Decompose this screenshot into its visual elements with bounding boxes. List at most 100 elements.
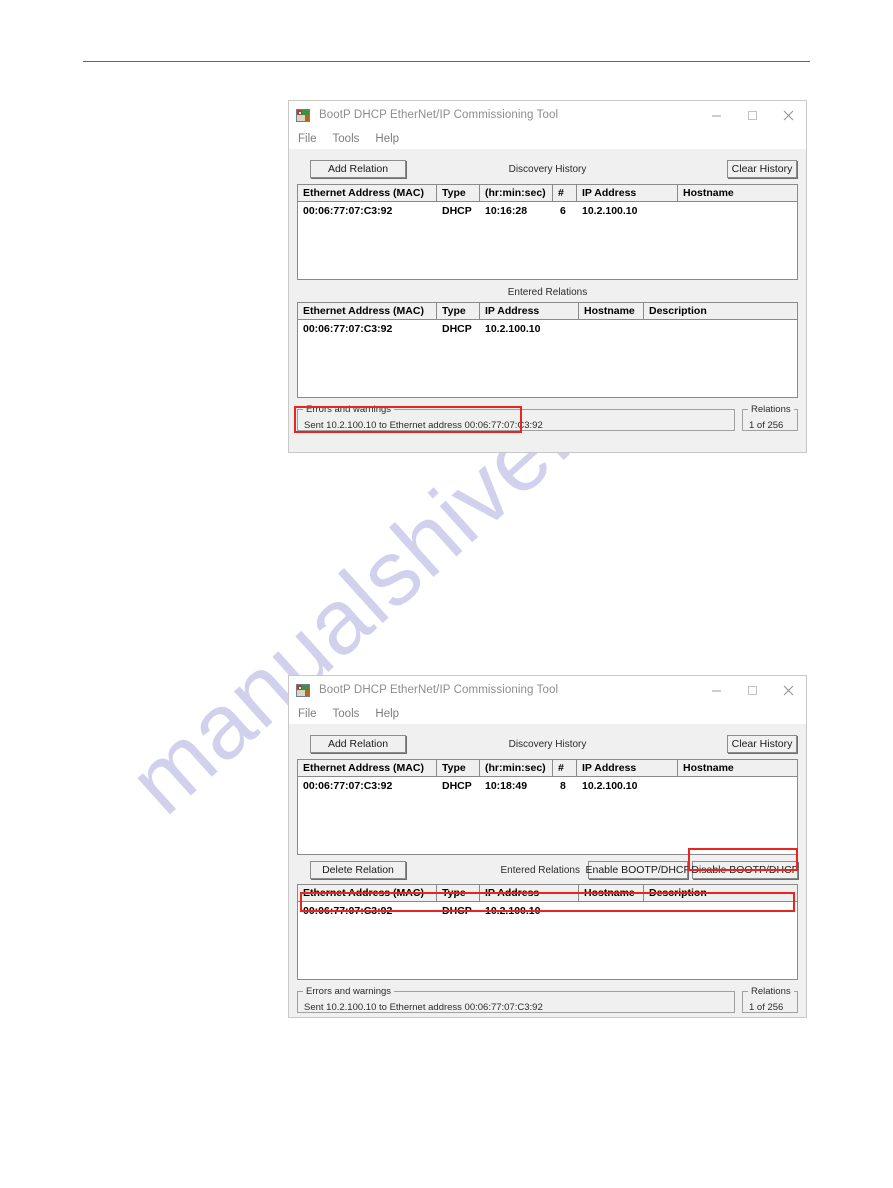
column-header-description[interactable]: Description <box>644 885 797 901</box>
discovery-grid-header: Ethernet Address (MAC) Type (hr:min:sec)… <box>298 760 797 777</box>
column-header-mac[interactable]: Ethernet Address (MAC) <box>298 185 437 201</box>
errors-legend: Errors and warnings <box>303 404 395 415</box>
cell-ip: 10.2.100.10 <box>485 904 541 917</box>
menu-item-file[interactable]: File <box>298 708 317 720</box>
discovery-history-label: Discovery History <box>508 738 587 750</box>
column-header-count[interactable]: # <box>553 760 577 776</box>
cell-ip: 10.2.100.10 <box>485 322 541 335</box>
window-controls <box>698 676 806 704</box>
errors-legend: Errors and warnings <box>303 986 395 997</box>
column-header-type[interactable]: Type <box>437 885 480 901</box>
column-header-type[interactable]: Type <box>437 185 480 201</box>
app-icon <box>296 108 311 123</box>
app-icon <box>296 683 311 698</box>
column-header-hostname[interactable]: Hostname <box>579 303 644 319</box>
column-header-time[interactable]: (hr:min:sec) <box>480 760 553 776</box>
menu-bar[interactable]: File Tools Help <box>289 704 806 724</box>
cell-mac: 00:06:77:07:C3:92 <box>303 904 393 917</box>
entered-relations-toolbar: Entered Relations <box>297 284 798 300</box>
window-title: BootP DHCP EtherNet/IP Commissioning Too… <box>319 109 559 121</box>
bootp-dhcp-window-1[interactable]: BootP DHCP EtherNet/IP Commissioning Too… <box>288 100 807 453</box>
delete-relation-button[interactable]: Delete Relation <box>310 861 406 879</box>
column-header-mac[interactable]: Ethernet Address (MAC) <box>298 885 437 901</box>
maximize-icon[interactable] <box>734 101 770 129</box>
title-bar[interactable]: BootP DHCP EtherNet/IP Commissioning Too… <box>289 676 806 704</box>
cell-type: DHCP <box>442 779 472 792</box>
entered-relations-grid[interactable]: Ethernet Address (MAC) Type IP Address H… <box>297 302 798 398</box>
minimize-icon[interactable] <box>698 101 734 129</box>
window-controls <box>698 101 806 129</box>
menu-bar[interactable]: File Tools Help <box>289 129 806 149</box>
column-header-hostname[interactable]: Hostname <box>579 885 644 901</box>
column-header-hostname[interactable]: Hostname <box>678 185 797 201</box>
cell-mac: 00:06:77:07:C3:92 <box>303 204 393 217</box>
menu-item-tools[interactable]: Tools <box>333 708 360 720</box>
enable-bootp-dhcp-button[interactable]: Enable BOOTP/DHCP <box>585 861 691 879</box>
bootp-dhcp-window-2[interactable]: BootP DHCP EtherNet/IP Commissioning Too… <box>288 675 807 1018</box>
relations-legend: Relations <box>748 404 794 415</box>
cell-type: DHCP <box>442 204 472 217</box>
discovery-toolbar: Add Relation Discovery History Clear His… <box>297 159 798 179</box>
column-header-mac[interactable]: Ethernet Address (MAC) <box>298 760 437 776</box>
column-header-ip[interactable]: IP Address <box>577 185 678 201</box>
discovery-history-label: Discovery History <box>508 163 587 175</box>
cell-time: 10:16:28 <box>485 204 528 217</box>
title-bar[interactable]: BootP DHCP EtherNet/IP Commissioning Too… <box>289 101 806 129</box>
cell-description <box>644 902 797 919</box>
entered-relations-label: Entered Relations <box>500 864 581 876</box>
page-header-rule <box>83 61 810 62</box>
discovery-grid-header: Ethernet Address (MAC) Type (hr:min:sec)… <box>298 185 797 202</box>
cell-count: 6 <box>560 204 566 217</box>
close-icon[interactable] <box>770 101 806 129</box>
discovery-toolbar: Add Relation Discovery History Clear His… <box>297 734 798 754</box>
cell-count: 8 <box>560 779 566 792</box>
cell-description <box>644 320 797 337</box>
menu-item-file[interactable]: File <box>298 133 317 145</box>
column-header-type[interactable]: Type <box>437 760 480 776</box>
entered-grid-header: Ethernet Address (MAC) Type IP Address H… <box>298 885 797 902</box>
clear-history-button[interactable]: Clear History <box>727 160 797 178</box>
menu-item-help[interactable]: Help <box>375 133 399 145</box>
cell-type: DHCP <box>442 322 472 335</box>
disable-bootp-dhcp-button[interactable]: Disable BOOTP/DHCP <box>691 861 799 879</box>
column-header-hostname[interactable]: Hostname <box>678 760 797 776</box>
minimize-icon[interactable] <box>698 676 734 704</box>
cell-type: DHCP <box>442 904 472 917</box>
column-header-time[interactable]: (hr:min:sec) <box>480 185 553 201</box>
window-body: Add Relation Discovery History Clear His… <box>289 724 806 1017</box>
cell-hostname <box>678 202 797 219</box>
clear-history-button[interactable]: Clear History <box>727 735 797 753</box>
table-row[interactable]: 00:06:77:07:C3:92 DHCP 10:18:49 8 10.2.1… <box>298 777 797 794</box>
column-header-ip[interactable]: IP Address <box>480 885 579 901</box>
entered-relations-label: Entered Relations <box>507 286 588 298</box>
cell-time: 10:18:49 <box>485 779 528 792</box>
window-body: Add Relation Discovery History Clear His… <box>289 149 806 452</box>
status-bar: Errors and warnings Sent 10.2.100.10 to … <box>297 986 798 1013</box>
column-header-mac[interactable]: Ethernet Address (MAC) <box>298 303 437 319</box>
errors-and-warnings-panel: Errors and warnings Sent 10.2.100.10 to … <box>297 404 735 431</box>
column-header-type[interactable]: Type <box>437 303 480 319</box>
column-header-ip[interactable]: IP Address <box>480 303 579 319</box>
column-header-count[interactable]: # <box>553 185 577 201</box>
menu-item-help[interactable]: Help <box>375 708 399 720</box>
cell-hostname <box>579 902 644 919</box>
errors-and-warnings-panel: Errors and warnings Sent 10.2.100.10 to … <box>297 986 735 1013</box>
cell-hostname <box>579 320 644 337</box>
discovery-history-grid[interactable]: Ethernet Address (MAC) Type (hr:min:sec)… <box>297 759 798 855</box>
relations-panel: Relations 1 of 256 <box>742 986 798 1013</box>
menu-item-tools[interactable]: Tools <box>333 133 360 145</box>
relations-legend: Relations <box>748 986 794 997</box>
window-title: BootP DHCP EtherNet/IP Commissioning Too… <box>319 684 559 696</box>
table-row[interactable]: 00:06:77:07:C3:92 DHCP 10.2.100.10 <box>298 902 797 919</box>
column-header-ip[interactable]: IP Address <box>577 760 678 776</box>
cell-hostname <box>678 777 797 794</box>
table-row[interactable]: 00:06:77:07:C3:92 DHCP 10:16:28 6 10.2.1… <box>298 202 797 219</box>
table-row[interactable]: 00:06:77:07:C3:92 DHCP 10.2.100.10 <box>298 320 797 337</box>
column-header-description[interactable]: Description <box>644 303 797 319</box>
entered-relations-grid[interactable]: Ethernet Address (MAC) Type IP Address H… <box>297 884 798 980</box>
entered-relations-toolbar: Delete Relation Entered Relations Enable… <box>297 860 799 880</box>
maximize-icon[interactable] <box>734 676 770 704</box>
discovery-history-grid[interactable]: Ethernet Address (MAC) Type (hr:min:sec)… <box>297 184 798 280</box>
close-icon[interactable] <box>770 676 806 704</box>
cell-ip: 10.2.100.10 <box>582 779 638 792</box>
